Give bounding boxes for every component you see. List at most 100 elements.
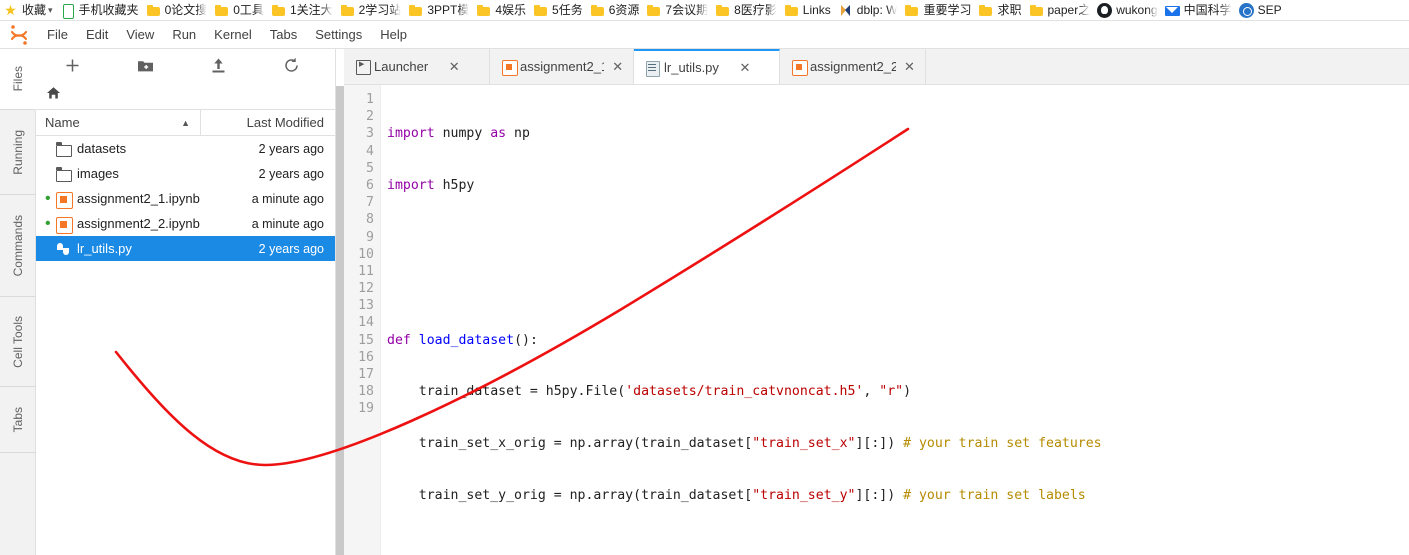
folder-icon [784,3,799,18]
bookmark-wukong[interactable]: wukong [1094,0,1161,20]
bookmark-phone[interactable]: 手机收藏夹 [57,0,143,20]
breadcrumb [36,82,335,109]
sidebar-item-label: Cell Tools [11,315,25,368]
bookmark-folder-2xuexi[interactable]: 2学习站 [337,0,406,20]
code-editor[interactable]: 1 2 3 4 5 6 7 8 9 10 11 12 13 14 15 16 1… [344,85,1409,555]
menu-run[interactable]: Run [163,21,205,49]
folder-icon [1029,3,1044,18]
list-item-selected[interactable]: lr_utils.py 2 years ago [36,236,335,261]
tab-label: lr_utils.py [664,60,719,75]
column-header-name[interactable]: Name ▲ [36,115,200,130]
code-line: import numpy as np [387,126,530,142]
bookmark-label: 8医疗影 [734,3,777,17]
code-line: train_set_y_orig = np.array(train_datase… [387,487,1086,503]
column-header-last-modified[interactable]: Last Modified [200,110,335,135]
phone-icon [60,3,75,19]
chevron-down-icon[interactable]: ▾ [48,0,53,20]
bookmark-zhongguokexue[interactable]: 中国科学 [1162,0,1236,20]
line-number: 8 [366,212,374,228]
tab-launcher[interactable]: Launcher ✕ [344,49,490,84]
bookmark-favorites[interactable]: 收藏 ▾ [0,0,57,20]
upload-button[interactable] [182,50,255,80]
bookmark-label: 2学习站 [358,3,402,17]
github-icon [1097,2,1113,18]
line-number: 15 [358,332,374,348]
close-icon[interactable]: ✕ [610,59,625,75]
code-line: def load_dataset(): [387,332,538,348]
sidebar-item-files[interactable]: Files [0,49,36,110]
close-icon[interactable]: ✕ [902,59,917,75]
notebook-icon [500,59,520,76]
tab-assignment2-1[interactable]: assignment2_1. ✕ [490,49,634,84]
bookmark-folder-1guanzhu[interactable]: 1关注大 [268,0,337,20]
tab-assignment2-2[interactable]: assignment2_2. ✕ [780,49,926,84]
close-icon[interactable]: ✕ [737,60,753,76]
line-number: 18 [358,384,374,400]
bookmark-label: 6资源 [608,3,640,17]
line-number: 5 [366,160,374,176]
bookmark-folder-8yiliao[interactable]: 8医疗影 [712,0,781,20]
sidebar-item-running[interactable]: Running [0,110,36,195]
list-item[interactable]: images 2 years ago [36,161,335,186]
line-number: 11 [358,263,374,279]
tab-lr-utils-py[interactable]: lr_utils.py ✕ [634,49,780,84]
bookmark-label: dblp: W [856,3,898,17]
mail-icon [1164,3,1180,18]
menu-file[interactable]: File [38,21,77,49]
list-item[interactable]: • assignment2_2.ipynb a minute ago [36,211,335,236]
bookmark-folder-qiuzhi[interactable]: 求职 [975,0,1025,20]
menu-kernel[interactable]: Kernel [205,21,261,49]
new-folder-button[interactable] [109,50,182,80]
new-launcher-button[interactable] [36,50,109,80]
code-line: import h5py [387,178,475,193]
bookmark-folder-paper[interactable]: paper之 [1026,0,1095,20]
folder-icon [978,3,993,18]
line-number: 6 [366,177,374,193]
menu-view[interactable]: View [117,21,163,49]
sidebar-item-tabs[interactable]: Tabs [0,387,36,453]
bookmark-label: 求职 [997,3,1022,17]
bookmark-folder-links[interactable]: Links [781,0,835,20]
bookmark-folder-zhongyaoxuexi[interactable]: 重要学习 [901,0,975,20]
bookmark-label: 4娱乐 [495,3,527,17]
menu-help[interactable]: Help [371,21,416,49]
folder-icon [533,3,548,18]
bookmark-folder-6ziyuan[interactable]: 6资源 [587,0,644,20]
menu-tabs[interactable]: Tabs [261,21,306,49]
line-number: 10 [358,246,374,262]
menu-edit[interactable]: Edit [77,21,117,49]
launcher-icon [354,59,374,75]
panel-splitter[interactable] [336,86,344,555]
folder-icon [55,165,77,183]
file-browser-panel: Name ▲ Last Modified datasets 2 years ag… [36,49,336,555]
bookmark-folder-0tools[interactable]: 0工具 [211,0,268,20]
bookmark-folder-3ppt[interactable]: 3PPT模 [405,0,473,20]
bookmark-folder-7huiyi[interactable]: 7会议期 [643,0,712,20]
code-content[interactable]: import numpy as np import h5py def load_… [381,85,1409,555]
bookmark-folder-0lunwen[interactable]: 0论文搜 [143,0,212,20]
home-icon[interactable] [46,86,61,105]
line-number: 12 [358,281,374,297]
list-item[interactable]: datasets 2 years ago [36,136,335,161]
menu-settings[interactable]: Settings [306,21,371,49]
line-number-gutter: 1 2 3 4 5 6 7 8 9 10 11 12 13 14 15 16 1… [344,85,381,555]
list-item[interactable]: • assignment2_1.ipynb a minute ago [36,186,335,211]
bookmark-folder-5renwu[interactable]: 5任务 [530,0,587,20]
refresh-button[interactable] [255,50,328,80]
editor-tab-bar: Launcher ✕ assignment2_1. ✕ lr_utils.py … [344,49,1409,85]
file-name: datasets [77,141,127,156]
bookmark-dblp[interactable]: dblp: W [835,0,902,20]
bookmark-label: wukong [1116,3,1158,17]
dblp-icon [838,3,853,18]
browser-bookmark-bar: 收藏 ▾ 手机收藏夹 0论文搜 0工具 1关注大 2学习站 3PPT模 [0,0,1409,21]
bookmark-label: 中国科学 [1183,3,1232,17]
sidebar-item-cell-tools[interactable]: Cell Tools [0,297,36,387]
sep-icon [1238,2,1254,18]
tab-label: Launcher [374,59,429,74]
bookmark-sep[interactable]: SEP [1236,0,1286,20]
close-icon[interactable]: ✕ [446,59,462,75]
line-number: 17 [358,367,374,382]
sidebar-item-commands[interactable]: Commands [0,195,36,297]
bookmark-folder-4yule[interactable]: 4娱乐 [473,0,530,20]
